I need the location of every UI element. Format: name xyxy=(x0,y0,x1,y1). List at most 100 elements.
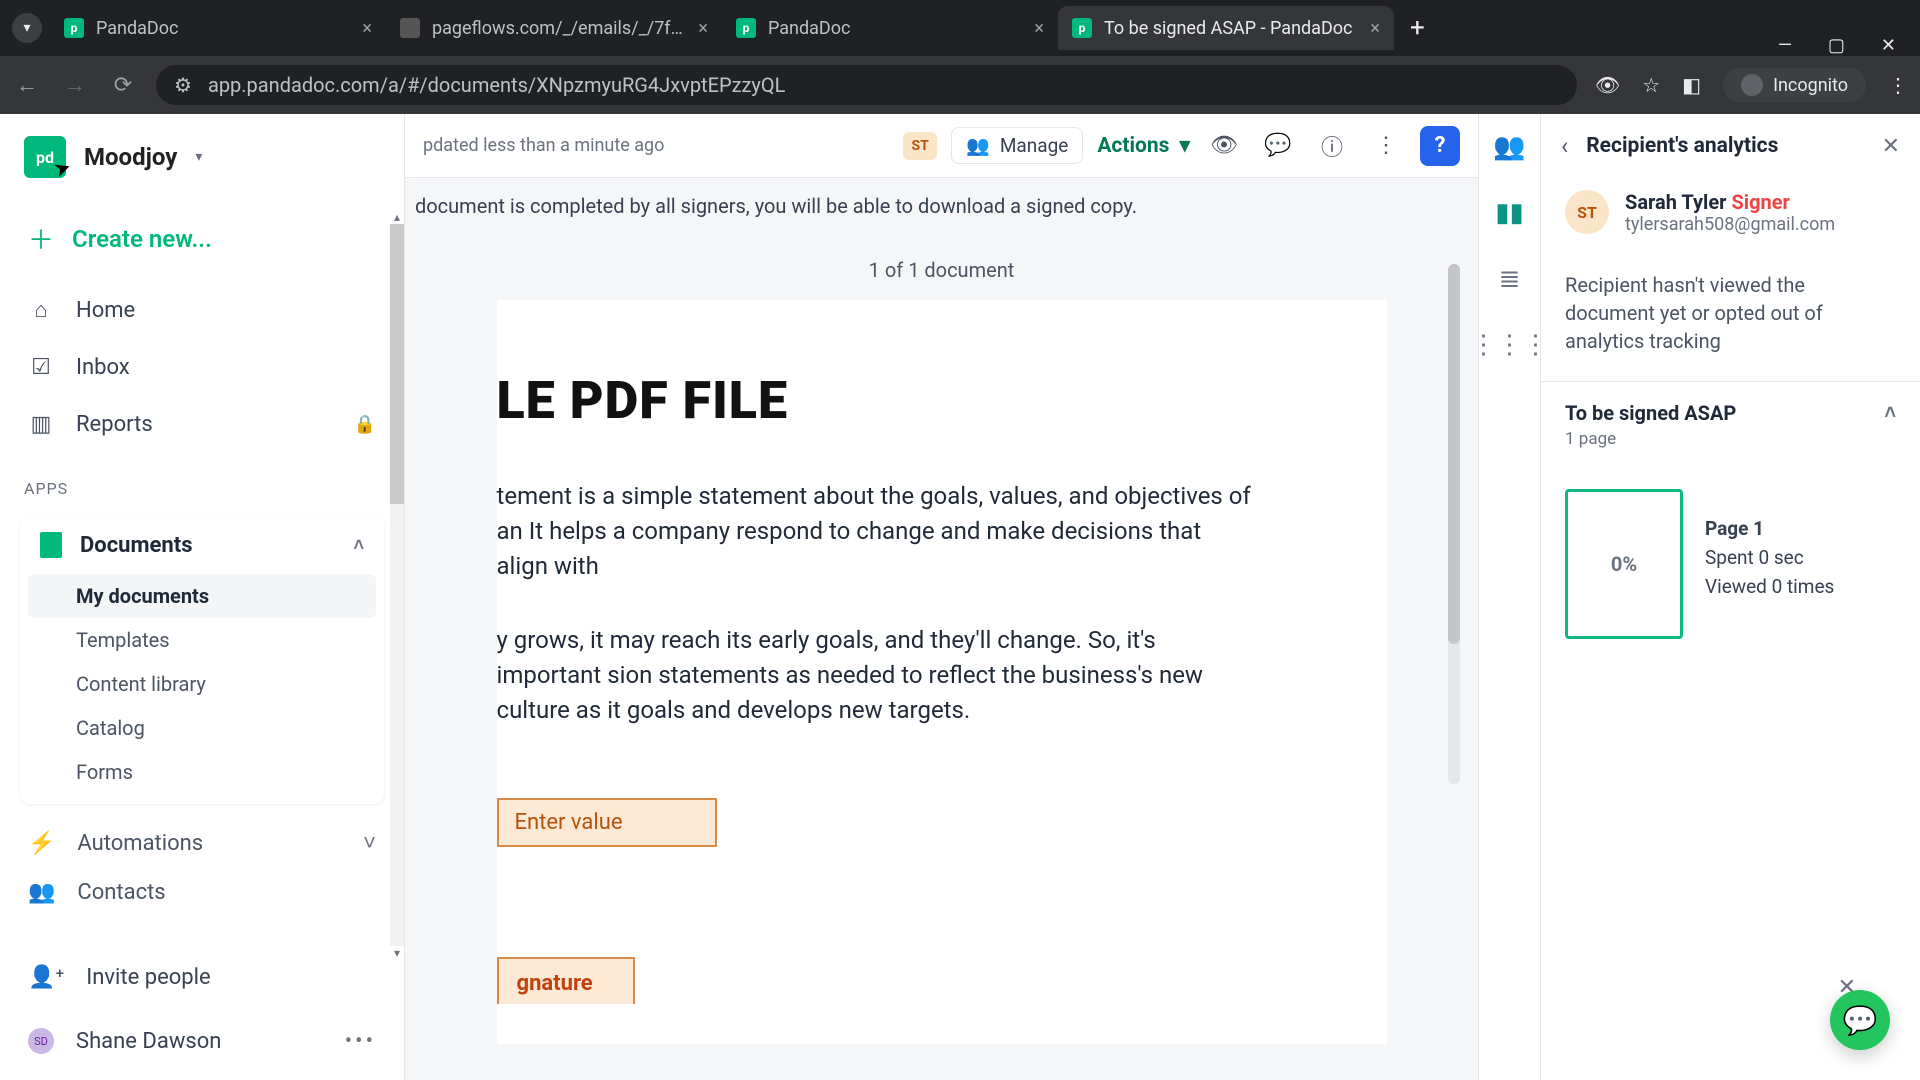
nav-contacts[interactable]: 👥 Contacts xyxy=(0,874,404,923)
workflow-rail-icon[interactable]: ≣ xyxy=(1499,264,1521,294)
document-scrollbar[interactable] xyxy=(1448,264,1460,784)
close-icon[interactable]: × xyxy=(1370,18,1380,39)
nav-forms[interactable]: Forms xyxy=(20,750,384,794)
close-window-icon[interactable]: ✕ xyxy=(1881,35,1896,56)
comments-button[interactable]: 💬 xyxy=(1258,126,1298,166)
browser-tab[interactable]: p PandaDoc × xyxy=(722,6,1058,50)
recipient-avatar: ST xyxy=(1565,190,1609,234)
page-view-percent: 0% xyxy=(1611,552,1637,576)
scroll-down-icon[interactable]: ▾ xyxy=(394,946,400,960)
actions-menu[interactable]: Actions ▾ xyxy=(1097,133,1190,158)
scrollbar-thumb[interactable] xyxy=(390,224,404,504)
back-button[interactable]: ← xyxy=(12,72,42,98)
close-icon[interactable]: × xyxy=(698,18,708,39)
analytics-doc-section[interactable]: To be signed ASAP ˄ 1 page xyxy=(1541,381,1920,467)
apps-section-label: APPS xyxy=(0,453,404,508)
side-panel-icon[interactable]: ◧ xyxy=(1682,73,1701,97)
minimize-icon[interactable]: — xyxy=(1778,35,1792,56)
more-button[interactable]: ⋮ xyxy=(1366,126,1406,166)
current-user-row[interactable]: SD Shane Dawson ••• xyxy=(0,1010,404,1080)
close-icon[interactable]: × xyxy=(362,18,372,39)
chat-fab[interactable]: 💬 xyxy=(1830,990,1890,1050)
text-field-placeholder[interactable]: Enter value xyxy=(497,798,717,847)
nav-automations[interactable]: ⚡ Automations ˅ xyxy=(0,812,404,874)
nav-label: Home xyxy=(76,298,135,323)
nav-inbox[interactable]: ☑ Inbox xyxy=(0,339,404,396)
workspace-switcher[interactable]: pd Moodjoy ▾ ➤ xyxy=(0,114,404,200)
recipients-rail-icon[interactable]: 👥 xyxy=(1493,132,1525,162)
tracking-blocked-icon[interactable]: 👁 xyxy=(1595,73,1620,97)
scroll-up-icon[interactable]: ▴ xyxy=(394,210,400,224)
document-paragraph: y grows, it may reach its early goals, a… xyxy=(497,623,1257,727)
kebab-icon: ⋮ xyxy=(1375,133,1397,158)
url-text: app.pandadoc.com/a/#/documents/XNpzmyuRG… xyxy=(208,73,1559,97)
scrollbar-thumb[interactable] xyxy=(1448,264,1460,644)
analytics-page-row: 0% Page 1 Spent 0 sec Viewed 0 times xyxy=(1541,467,1920,661)
invite-people-button[interactable]: 👤⁺ Invite people xyxy=(0,945,404,1010)
browser-menu-icon[interactable]: ⋮ xyxy=(1888,73,1908,97)
nav-my-documents[interactable]: My documents xyxy=(28,574,376,618)
document-heading: LE PDF FILE xyxy=(497,370,1387,431)
browser-tab-strip: ▾ p PandaDoc × pageflows.com/_/emails/_/… xyxy=(0,0,1920,56)
tab-title: PandaDoc xyxy=(96,18,350,39)
url-input[interactable]: ⚙ app.pandadoc.com/a/#/documents/XNpzmyu… xyxy=(156,65,1577,105)
reports-icon: ▥ xyxy=(28,412,54,437)
tab-title: To be signed ASAP - PandaDoc xyxy=(1104,18,1358,39)
browser-tab[interactable]: p PandaDoc × xyxy=(50,6,386,50)
more-icon[interactable]: ••• xyxy=(345,1029,376,1054)
preview-button[interactable]: 👁 xyxy=(1204,126,1244,166)
recipient-email: tylersarah508@gmail.com xyxy=(1625,214,1835,235)
documents-label: Documents xyxy=(80,533,193,558)
nav-catalog[interactable]: Catalog xyxy=(20,706,384,750)
panel-back-button[interactable]: ‹ xyxy=(1561,132,1568,160)
nav-label: Inbox xyxy=(76,355,130,380)
panel-close-button[interactable]: ✕ xyxy=(1882,134,1900,159)
analytics-rail-icon[interactable]: ▮▮ xyxy=(1495,198,1524,228)
browser-tab[interactable]: pageflows.com/_/emails/_/7fb5 × xyxy=(386,6,722,50)
contacts-icon: 👥 xyxy=(28,880,55,905)
panel-title: Recipient's analytics xyxy=(1586,134,1778,158)
new-tab-button[interactable]: + xyxy=(1394,13,1441,43)
pandadoc-favicon-icon: p xyxy=(64,18,84,38)
manage-button[interactable]: 👥 Manage xyxy=(951,127,1083,164)
incognito-icon xyxy=(1741,74,1763,96)
incognito-chip[interactable]: Incognito xyxy=(1723,68,1866,102)
maximize-icon[interactable]: ▢ xyxy=(1828,35,1845,56)
home-icon: ⌂ xyxy=(28,297,54,323)
create-new-button[interactable]: ＋ Create new... xyxy=(0,200,404,281)
pandadoc-favicon-icon: p xyxy=(736,18,756,38)
site-settings-icon[interactable]: ⚙ xyxy=(174,73,192,97)
documents-toggle[interactable]: Documents ˄ xyxy=(20,516,384,574)
recipient-name: Sarah Tyler xyxy=(1625,190,1726,214)
chevron-down-icon: ▾ xyxy=(195,149,202,165)
tab-search-button[interactable]: ▾ xyxy=(12,13,42,43)
inbox-icon: ☑ xyxy=(28,355,54,380)
help-button[interactable]: ? xyxy=(1420,126,1460,166)
page-view-count: Viewed 0 times xyxy=(1705,575,1834,598)
automation-icon: ⚡ xyxy=(28,831,55,856)
pageflows-favicon-icon xyxy=(400,18,420,38)
reload-button[interactable]: ⟳ xyxy=(108,73,138,98)
manage-label: Manage xyxy=(1000,134,1069,157)
documents-tree: Documents ˄ My documents Templates Conte… xyxy=(20,516,384,804)
right-rail: 👥 ▮▮ ≣ ⋮⋮⋮ xyxy=(1478,114,1540,1080)
document-icon xyxy=(40,532,62,558)
chevron-up-icon: ˄ xyxy=(353,535,364,556)
nav-home[interactable]: ⌂ Home xyxy=(0,281,404,339)
nav-templates[interactable]: Templates xyxy=(20,618,384,662)
recipient-badge[interactable]: ST xyxy=(903,132,937,160)
recipient-row: ST Sarah Tyler Signer tylersarah508@gmai… xyxy=(1541,178,1920,253)
document-canvas: pdated less than a minute ago ST 👥 Manag… xyxy=(405,114,1478,1080)
page-thumbnail[interactable]: 0% xyxy=(1565,489,1683,639)
tab-title: PandaDoc xyxy=(768,18,1022,39)
nav-reports[interactable]: ▥ Reports 🔒 xyxy=(0,396,404,453)
recipient-role: Signer xyxy=(1731,190,1789,214)
browser-tab-active[interactable]: p To be signed ASAP - PandaDoc × xyxy=(1058,6,1394,50)
info-button[interactable]: ⓘ xyxy=(1312,126,1352,166)
nav-content-library[interactable]: Content library xyxy=(20,662,384,706)
apps-rail-icon[interactable]: ⋮⋮⋮ xyxy=(1471,330,1549,360)
sidebar-scrollbar[interactable]: ▴ ▾ xyxy=(390,210,404,960)
bookmark-icon[interactable]: ☆ xyxy=(1642,73,1660,97)
close-icon[interactable]: × xyxy=(1034,18,1044,39)
signature-field[interactable]: gnature xyxy=(497,957,635,1004)
